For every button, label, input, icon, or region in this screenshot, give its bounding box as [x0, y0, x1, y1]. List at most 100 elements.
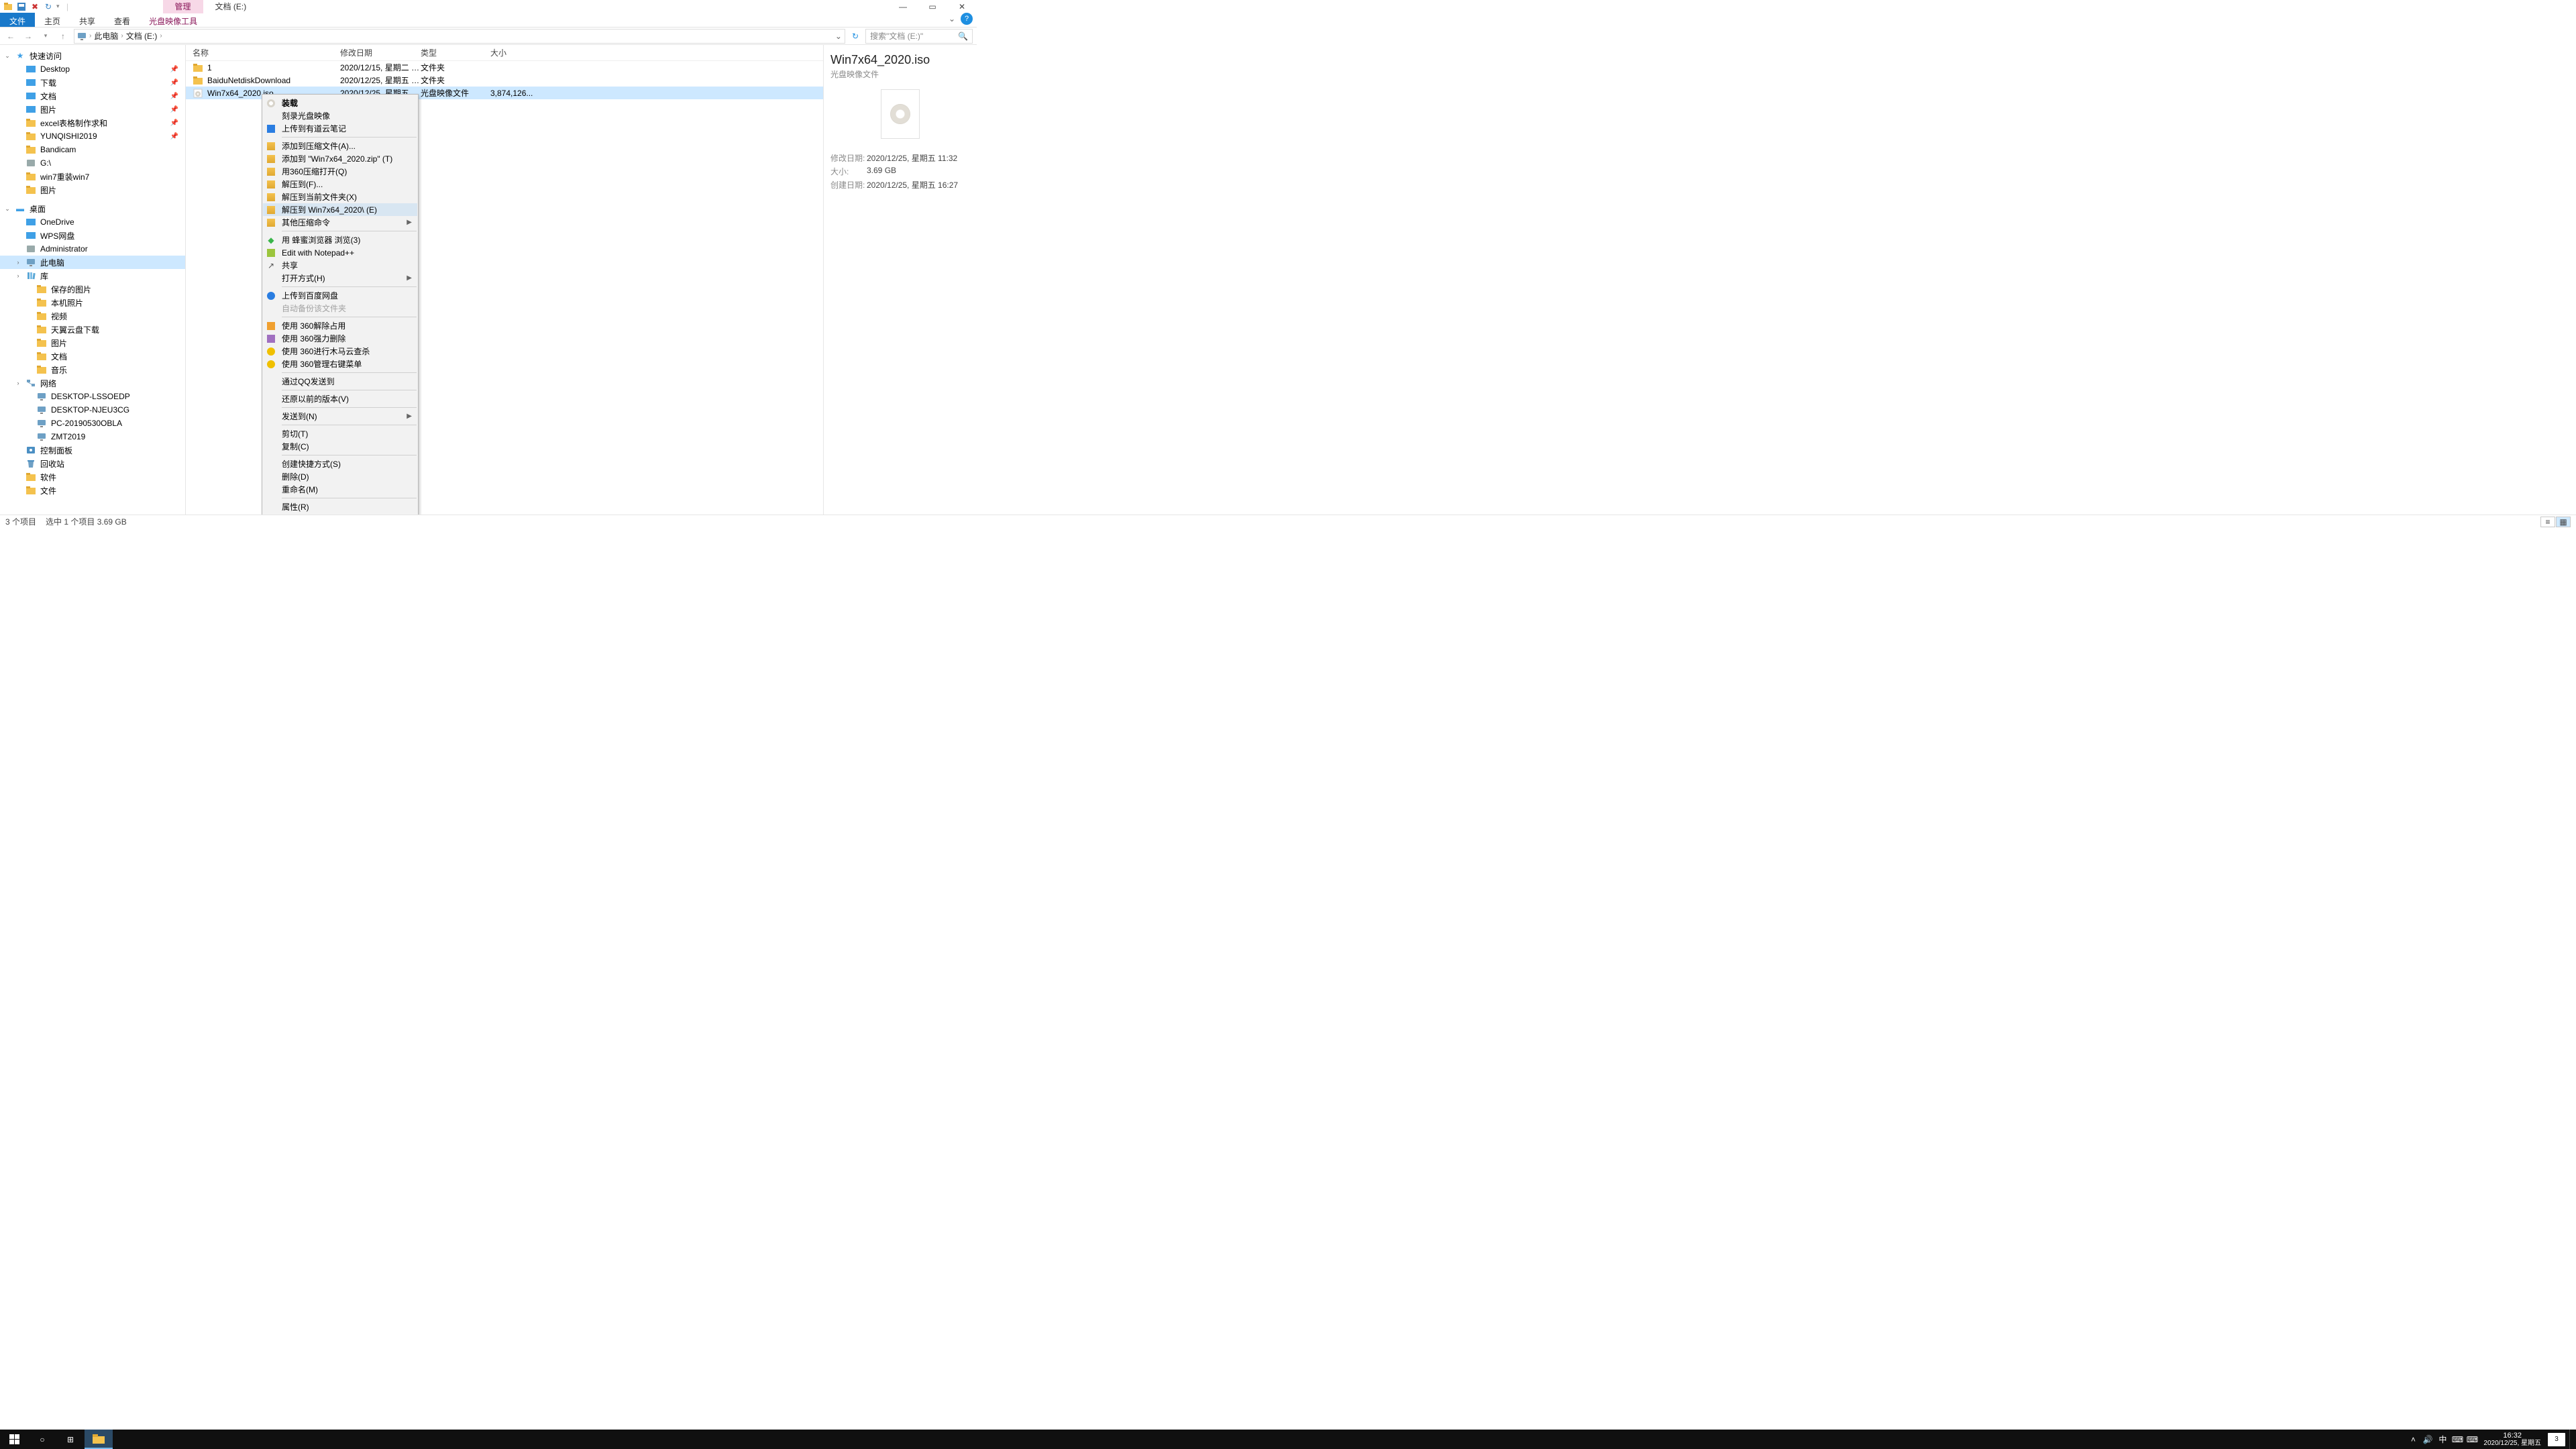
nav-item[interactable]: Desktop📌	[0, 62, 185, 76]
menu-item[interactable]: 装载	[263, 97, 417, 109]
ribbon-disc-tools[interactable]: 光盘映像工具	[140, 13, 207, 27]
address-dropdown-icon[interactable]: ⌄	[835, 32, 842, 41]
search-input[interactable]: 搜索"文档 (E:)" 🔍	[865, 29, 973, 44]
menu-item[interactable]: 解压到 Win7x64_2020\ (E)	[263, 203, 417, 216]
menu-item[interactable]: 其他压缩命令▶	[263, 216, 417, 229]
nav-item[interactable]: 控制面板	[0, 443, 185, 457]
nav-item[interactable]: 视频	[0, 309, 185, 323]
nav-back[interactable]: ←	[4, 30, 17, 43]
menu-item[interactable]: 刻录光盘映像	[263, 109, 417, 122]
nav-item[interactable]: WPS网盘	[0, 229, 185, 242]
menu-item[interactable]: 用360压缩打开(Q)	[263, 165, 417, 178]
menu-item[interactable]: 使用 360管理右键菜单	[263, 358, 417, 370]
nav-recent-dropdown[interactable]: ▾	[39, 30, 52, 43]
menu-item[interactable]: 打开方式(H)▶	[263, 272, 417, 284]
nav-item[interactable]: 音乐	[0, 363, 185, 376]
menu-item[interactable]: 发送到(N)▶	[263, 410, 417, 423]
file-row[interactable]: BaiduNetdiskDownload2020/12/25, 星期五 1...…	[186, 74, 823, 87]
nav-item[interactable]: 下载📌	[0, 76, 185, 89]
nav-item[interactable]: 保存的图片	[0, 282, 185, 296]
qat-undo-icon[interactable]: ✖	[30, 1, 40, 12]
ribbon-home[interactable]: 主页	[35, 13, 70, 27]
menu-item[interactable]: 使用 360解除占用	[263, 319, 417, 332]
address-bar[interactable]: › 此电脑 › 文档 (E:) › ⌄	[74, 29, 845, 44]
refresh-icon[interactable]: ↻	[852, 32, 859, 41]
ribbon-expand-icon[interactable]: ⌄	[943, 13, 961, 27]
show-desktop[interactable]	[2569, 1430, 2573, 1449]
menu-item[interactable]: 使用 360进行木马云查杀	[263, 345, 417, 358]
keyboard-icon[interactable]: ⌨	[2465, 1430, 2479, 1449]
search-button[interactable]: ○	[28, 1430, 56, 1449]
nav-item[interactable]: 图片📌	[0, 103, 185, 116]
nav-item[interactable]: Administrator	[0, 242, 185, 256]
menu-item[interactable]: 重命名(M)	[263, 483, 417, 496]
menu-item[interactable]: 删除(D)	[263, 470, 417, 483]
nav-item[interactable]: ›网络	[0, 376, 185, 390]
nav-item[interactable]: 文档📌	[0, 89, 185, 103]
nav-item[interactable]: 天翼云盘下载	[0, 323, 185, 336]
maximize-button[interactable]: ▭	[918, 0, 947, 13]
contextual-tab-manage[interactable]: 管理	[163, 0, 203, 13]
chevron-right-icon[interactable]: ›	[121, 32, 123, 40]
menu-item[interactable]: 复制(C)	[263, 440, 417, 453]
nav-item[interactable]: 软件	[0, 470, 185, 484]
menu-item[interactable]: 使用 360强力删除	[263, 332, 417, 345]
nav-item[interactable]: win7重装win7	[0, 170, 185, 183]
qat-redo-icon[interactable]: ↻	[43, 1, 54, 12]
nav-item[interactable]: DESKTOP-LSSOEDP	[0, 390, 185, 403]
nav-item[interactable]: ›库	[0, 269, 185, 282]
nav-forward[interactable]: →	[21, 30, 35, 43]
nav-item[interactable]: DESKTOP-NJEU3CG	[0, 403, 185, 417]
nav-up[interactable]: ↑	[56, 30, 70, 43]
taskview-button[interactable]: ⊞	[56, 1430, 85, 1449]
ribbon-file[interactable]: 文件	[0, 13, 35, 27]
menu-item[interactable]: 解压到(F)...	[263, 178, 417, 191]
taskbar-explorer[interactable]	[85, 1430, 113, 1449]
close-button[interactable]: ✕	[947, 0, 977, 13]
menu-item[interactable]: 添加到 "Win7x64_2020.zip" (T)	[263, 152, 417, 165]
ribbon-view[interactable]: 查看	[105, 13, 140, 27]
view-icons-button[interactable]: ▦	[2556, 517, 2571, 527]
nav-item[interactable]: YUNQISHI2019📌	[0, 129, 185, 143]
menu-item[interactable]: 解压到当前文件夹(X)	[263, 191, 417, 203]
ribbon-share[interactable]: 共享	[70, 13, 105, 27]
nav-item[interactable]: 文档	[0, 350, 185, 363]
nav-item[interactable]: G:\	[0, 156, 185, 170]
nav-quick-access[interactable]: ⌄ ★ 快速访问	[0, 49, 185, 62]
nav-item[interactable]: 图片	[0, 183, 185, 197]
menu-item[interactable]: 还原以前的版本(V)	[263, 392, 417, 405]
nav-item[interactable]: excel表格制作求和📌	[0, 116, 185, 129]
nav-item[interactable]: ZMT2019	[0, 430, 185, 443]
clock[interactable]: 16:32 2020/12/25, 星期五	[2483, 1432, 2541, 1447]
col-size[interactable]: 大小	[490, 47, 544, 58]
nav-item[interactable]: ›此电脑	[0, 256, 185, 269]
menu-item[interactable]: 上传到百度网盘	[263, 289, 417, 302]
chevron-right-icon[interactable]: ›	[160, 32, 162, 40]
menu-item[interactable]: 剪切(T)	[263, 427, 417, 440]
col-name[interactable]: 名称	[193, 47, 340, 58]
menu-item[interactable]: 通过QQ发送到	[263, 375, 417, 388]
menu-item[interactable]: 属性(R)	[263, 500, 417, 513]
chevron-right-icon[interactable]: ›	[89, 32, 91, 40]
nav-item[interactable]: 回收站	[0, 457, 185, 470]
ime-mode-icon[interactable]: ⌨	[2450, 1430, 2465, 1449]
menu-item[interactable]: 创建快捷方式(S)	[263, 458, 417, 470]
nav-item[interactable]: 文件	[0, 484, 185, 497]
start-button[interactable]	[0, 1430, 28, 1449]
help-icon[interactable]: ?	[961, 13, 973, 25]
menu-item[interactable]: ◆用 蜂蜜浏览器 浏览(3)	[263, 233, 417, 246]
notifications-icon[interactable]: 3	[2548, 1433, 2565, 1446]
breadcrumb-drive[interactable]: 文档 (E:)	[126, 30, 158, 42]
col-modified[interactable]: 修改日期	[340, 47, 421, 58]
qat-save-icon[interactable]	[16, 1, 27, 12]
file-row[interactable]: 12020/12/15, 星期二 1...文件夹	[186, 61, 823, 74]
nav-item[interactable]: 本机照片	[0, 296, 185, 309]
menu-item[interactable]: 添加到压缩文件(A)...	[263, 140, 417, 152]
nav-desktop[interactable]: ⌄ ▬ 桌面	[0, 202, 185, 215]
col-type[interactable]: 类型	[421, 47, 490, 58]
menu-item[interactable]: 上传到有道云笔记	[263, 122, 417, 135]
volume-icon[interactable]: 🔊	[2420, 1430, 2435, 1449]
minimize-button[interactable]: —	[888, 0, 918, 13]
breadcrumb-pc[interactable]: 此电脑	[94, 30, 118, 42]
nav-item[interactable]: OneDrive	[0, 215, 185, 229]
